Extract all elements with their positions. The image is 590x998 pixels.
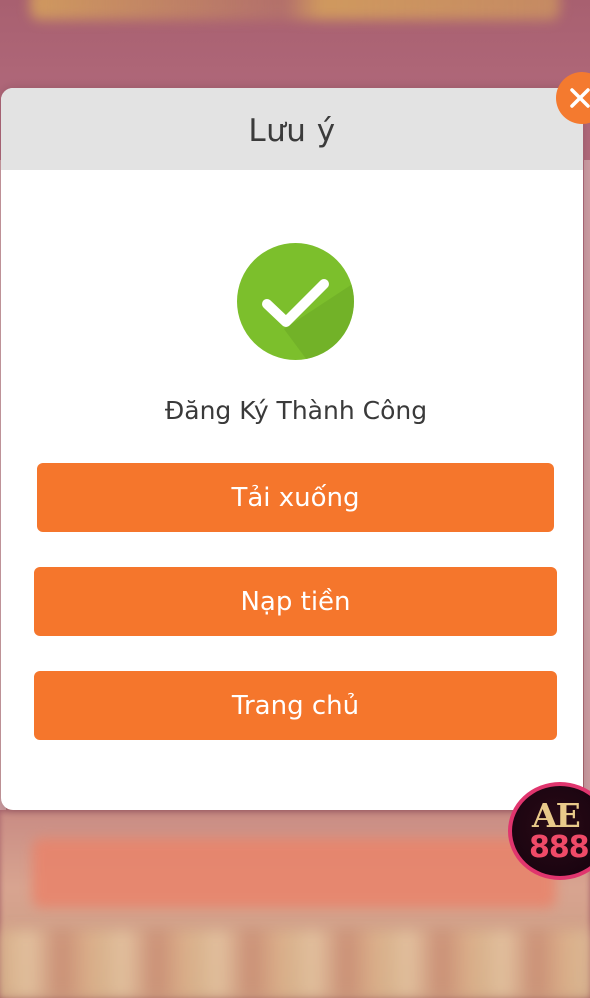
background-decoration [0,930,590,998]
checkmark-icon [237,243,354,360]
modal-title: Lưu ý [248,113,336,149]
notice-modal: Lưu ý Đăng Ký Thành Công Tải xuống Nạp t… [1,88,583,810]
background-edge-right [584,160,590,810]
success-message: Đăng Ký Thành Công [164,396,428,425]
deposit-button-label: Nạp tiền [240,586,351,617]
badge-brand-number: 888 [529,830,590,865]
background-banner-text [30,0,560,20]
deposit-button[interactable]: Nạp tiền [34,567,557,636]
close-icon [570,88,590,108]
download-button-label: Tải xuống [231,482,360,513]
home-button[interactable]: Trang chủ [34,671,557,740]
checkmark-glyph [262,279,354,360]
app-screen: Lưu ý Đăng Ký Thành Công Tải xuống Nạp t… [0,0,590,998]
download-button[interactable]: Tải xuống [37,463,554,532]
background-register-button [32,838,556,908]
modal-header: Lưu ý [1,88,583,170]
home-button-label: Trang chủ [231,690,360,721]
